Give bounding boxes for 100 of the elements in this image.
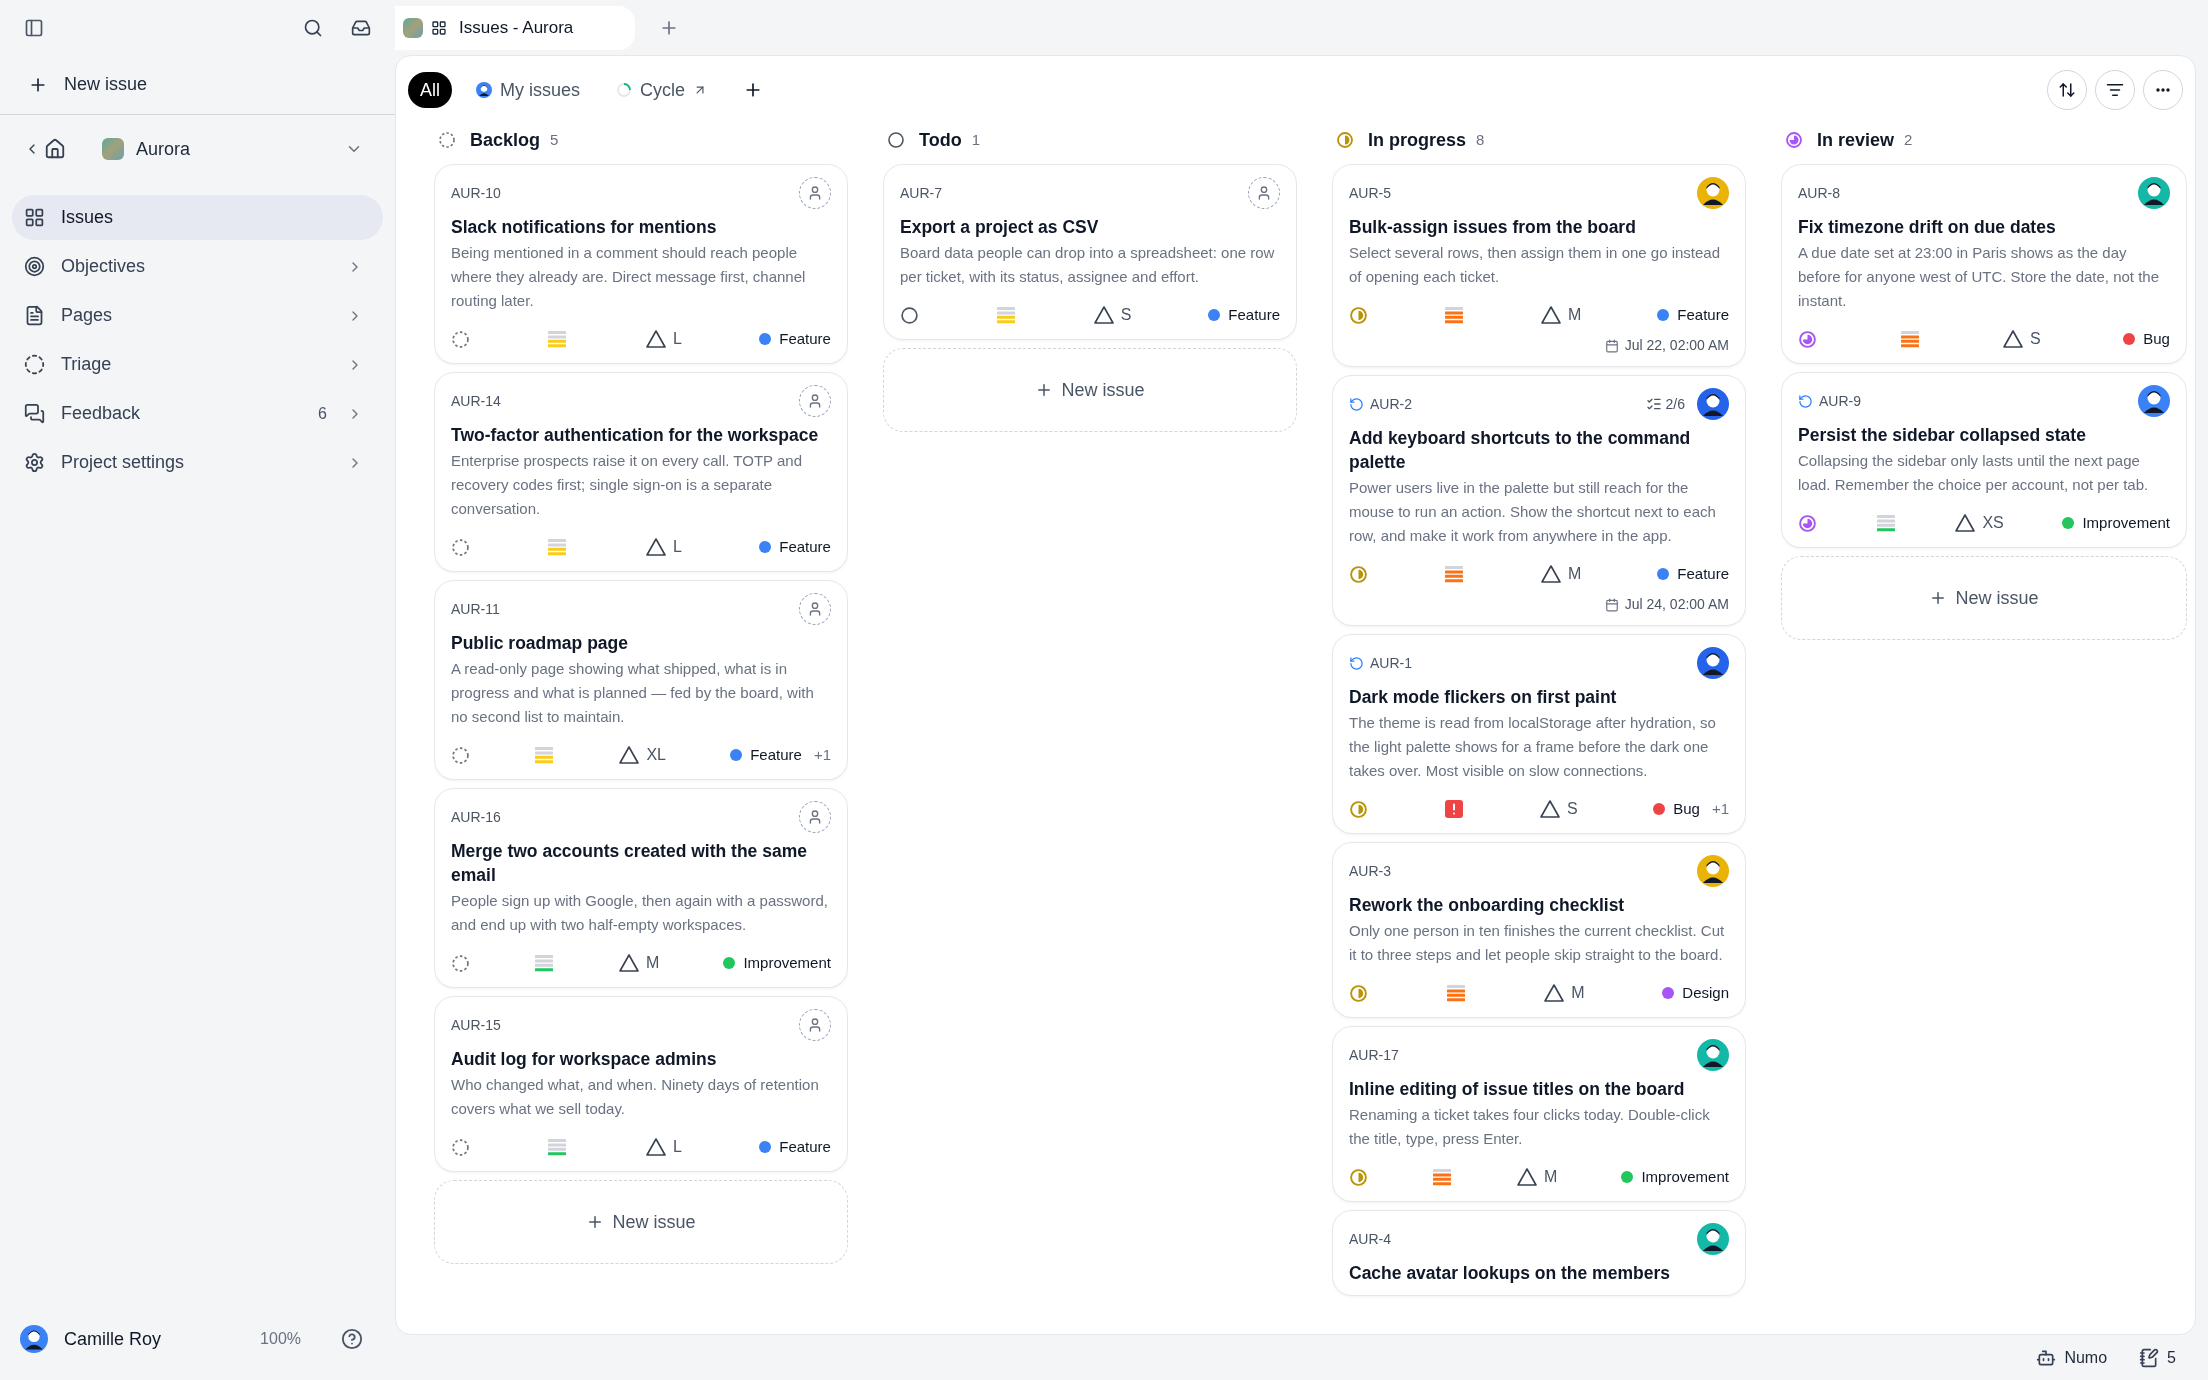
- zoom-level[interactable]: 100%: [260, 1327, 301, 1351]
- view-tab[interactable]: All: [408, 72, 452, 108]
- home-icon[interactable]: [44, 138, 66, 160]
- chat-bubbles-icon: [24, 403, 45, 424]
- sidebar-item[interactable]: Feedback 6: [12, 391, 383, 436]
- priority-bars-icon: [547, 1137, 568, 1157]
- issue-description: Being mentioned in a comment should reach people where they already are. Direct message first, channel routing later.: [451, 243, 807, 311]
- triangle-icon: [1954, 513, 1977, 533]
- label-name: Bug: [2143, 328, 2170, 349]
- priority-bars-icon: [1444, 564, 1464, 584]
- pie-circle-icon: [1785, 131, 1803, 149]
- issue-description: Power users live in the palette but still reach for the mouse to run an action. Show the shortcut next to each row, and make it work from anywhere in the app.: [1349, 478, 1717, 546]
- size-estimate: M: [1567, 305, 1582, 325]
- issue-card[interactable]: AUR-15 Audit log for workspace admins Who changed what, and when. Ninety days of retention covers what we sell today. L Feature: [434, 996, 848, 1172]
- new-issue-button[interactable]: New issue: [883, 348, 1297, 432]
- issue-card[interactable]: AUR-10 Slack notifications for mentions Being mentioned in a comment should reach people where they already are. Direct message first, channel routing later. L Feature: [434, 164, 848, 364]
- sidebar-item[interactable]: Pages: [12, 293, 383, 338]
- new-issue-button[interactable]: New issue: [434, 1180, 848, 1264]
- window-tab[interactable]: Issues - Aurora: [395, 5, 635, 50]
- dashed-circle-icon: [451, 537, 470, 557]
- issue-id: AUR-7: [900, 183, 942, 203]
- size-estimate: S: [1120, 305, 1132, 325]
- triangle-icon: [1539, 564, 1562, 584]
- column-title: In progress: [1368, 128, 1467, 152]
- view-tab[interactable]: My issues: [464, 72, 593, 108]
- sidebar-item[interactable]: Project settings: [12, 440, 383, 485]
- view-tab[interactable]: Cycle: [604, 72, 720, 108]
- issue-card[interactable]: AUR-3 Rework the onboarding checklist Only one person in ten finishes the current checklist. Cut it to three steps and let people skip straight to the board. M Design: [1332, 842, 1746, 1018]
- label-name: Improvement: [743, 952, 831, 973]
- issue-id: AUR-2: [1370, 394, 1412, 414]
- priority-bars-icon: [1432, 1167, 1453, 1187]
- priority-bars-icon: [534, 953, 555, 973]
- more-labels: +1: [813, 744, 831, 765]
- new-issue-button[interactable]: New issue: [1781, 556, 2187, 640]
- search-icon[interactable]: [303, 17, 323, 38]
- issue-title: Two-factor authentication for the workspace: [451, 424, 820, 447]
- priority-bars-icon: [547, 537, 568, 557]
- label-name: Feature: [779, 1136, 831, 1157]
- half-circle-icon: [1349, 564, 1368, 584]
- issue-title: Rework the onboarding checklist: [1349, 894, 1626, 917]
- triangle-icon: [1539, 305, 1562, 325]
- issue-title: Bulk-assign issues from the board: [1349, 216, 1637, 239]
- issue-card[interactable]: AUR-7 Export a project as CSV Board data people can drop into a spreadsheet: one row per ticket, with its status, assignee and effort. S Feature: [883, 164, 1297, 340]
- label-name: Feature: [1228, 304, 1280, 325]
- notebook-icon[interactable]: [2139, 1347, 2160, 1368]
- half-circle-icon: [1349, 1167, 1368, 1187]
- issue-card[interactable]: AUR-5 Bulk-assign issues from the board Select several rows, then assign them in one go instead of opening each ticket. M Feature Jul 22, 02:00 AM: [1332, 164, 1746, 367]
- triangle-icon: [618, 953, 641, 973]
- notes-count[interactable]: 5: [2167, 1345, 2176, 1370]
- sidebar-toggle-icon[interactable]: [24, 17, 44, 38]
- sidebar-item[interactable]: Objectives: [12, 244, 383, 289]
- label-name: Feature: [750, 744, 802, 765]
- issue-card[interactable]: AUR-8 Fix timezone drift on due dates A due date set at 23:00 in Paris shows as the day before for anyone west of UTC. Store the date, not the instant. S Bug: [1781, 164, 2187, 364]
- priority-bars-icon: [1899, 329, 1920, 349]
- issue-card[interactable]: AUR-16 Merge two accounts created with the same email People sign up with Google, then again with a password, and end up with two half-empty workspaces. M Improvement: [434, 788, 848, 988]
- issue-title: Public roadmap page: [451, 632, 629, 655]
- issue-card[interactable]: AUR-14 Two-factor authentication for the workspace Enterprise prospects raise it on every call. TOTP and recovery codes first; single sign-on is a separate conversation. L Feature: [434, 372, 848, 572]
- issue-card[interactable]: AUR-4 Cache avatar lookups on the members: [1332, 1210, 1746, 1296]
- priority-bars-icon: [1444, 305, 1464, 325]
- sidebar-item[interactable]: Issues: [12, 195, 383, 240]
- issue-description: Only one person in ten finishes the current checklist. Cut it to three steps and let people skip straight to the board.: [1349, 921, 1726, 965]
- triangle-icon: [1543, 983, 1566, 1003]
- help-icon[interactable]: [341, 1328, 363, 1350]
- issue-description: Collapsing the sidebar only lasts until the next page load. Remember the choice per account, not per tab.: [1798, 451, 2150, 495]
- triangle-icon: [2002, 329, 2025, 349]
- grid-icon: [24, 207, 45, 228]
- priority-bars-icon: [1445, 983, 1466, 1003]
- sidebar-item[interactable]: Triage: [12, 342, 383, 387]
- issue-card[interactable]: AUR-9 Persist the sidebar collapsed state Collapsing the sidebar only lasts until the next page load. Remember the choice per account, not per tab. XS Improvement: [1781, 372, 2187, 548]
- assistant-name[interactable]: Numo: [2064, 1345, 2108, 1370]
- circle-icon: [900, 305, 919, 325]
- new-issue-button[interactable]: New issue: [0, 71, 176, 98]
- issue-card[interactable]: [1332, 634, 1746, 834]
- issue-description: People sign up with Google, then again with a password, and end up with two half-empty workspaces.: [451, 891, 829, 935]
- issue-title: Fix timezone drift on due dates: [1798, 216, 2057, 239]
- triangle-icon: [1539, 799, 1561, 819]
- priority-bars-icon: [995, 305, 1016, 325]
- issue-card[interactable]: AUR-11 Public roadmap page A read-only page showing what shipped, what is in progress and what is planned — fed by the board, with no second list to maintain. XL Feature +1: [434, 580, 848, 780]
- size-estimate: L: [672, 537, 682, 557]
- sidebar-item-label: Objectives: [61, 255, 146, 278]
- more-labels: +1: [1711, 798, 1729, 819]
- issue-id: AUR-16: [451, 807, 501, 827]
- size-estimate: XS: [1982, 513, 2004, 533]
- label-name: Feature: [779, 328, 831, 349]
- issue-id: AUR-15: [451, 1015, 501, 1035]
- pie-circle-icon: [1798, 329, 1817, 349]
- issue-id: AUR-10: [451, 183, 501, 203]
- issue-card[interactable]: [1332, 375, 1746, 626]
- issue-card[interactable]: AUR-17 Inline editing of issue titles on the board Renaming a ticket takes four clicks today. Double-click the title, type, press Enter. M Improvement: [1332, 1026, 1746, 1202]
- dashed-circle-icon: [451, 745, 470, 765]
- issue-description: A due date set at 23:00 in Paris shows as the day before for anyone west of UTC. Store the date, not the instant.: [1798, 243, 2161, 311]
- target-icon: [24, 256, 45, 277]
- issue-title: Add keyboard shortcuts to the command palette: [1349, 427, 1692, 474]
- issue-title: Audit log for workspace admins: [451, 1048, 718, 1071]
- issue-id: AUR-11: [451, 599, 500, 619]
- project-name[interactable]: Aurora: [136, 135, 191, 163]
- issue-id: AUR-9: [1819, 391, 1861, 411]
- subtask-count: 2/6: [1665, 394, 1685, 414]
- label-name: Design: [1682, 982, 1729, 1003]
- user-name[interactable]: Camille Roy: [64, 1325, 162, 1353]
